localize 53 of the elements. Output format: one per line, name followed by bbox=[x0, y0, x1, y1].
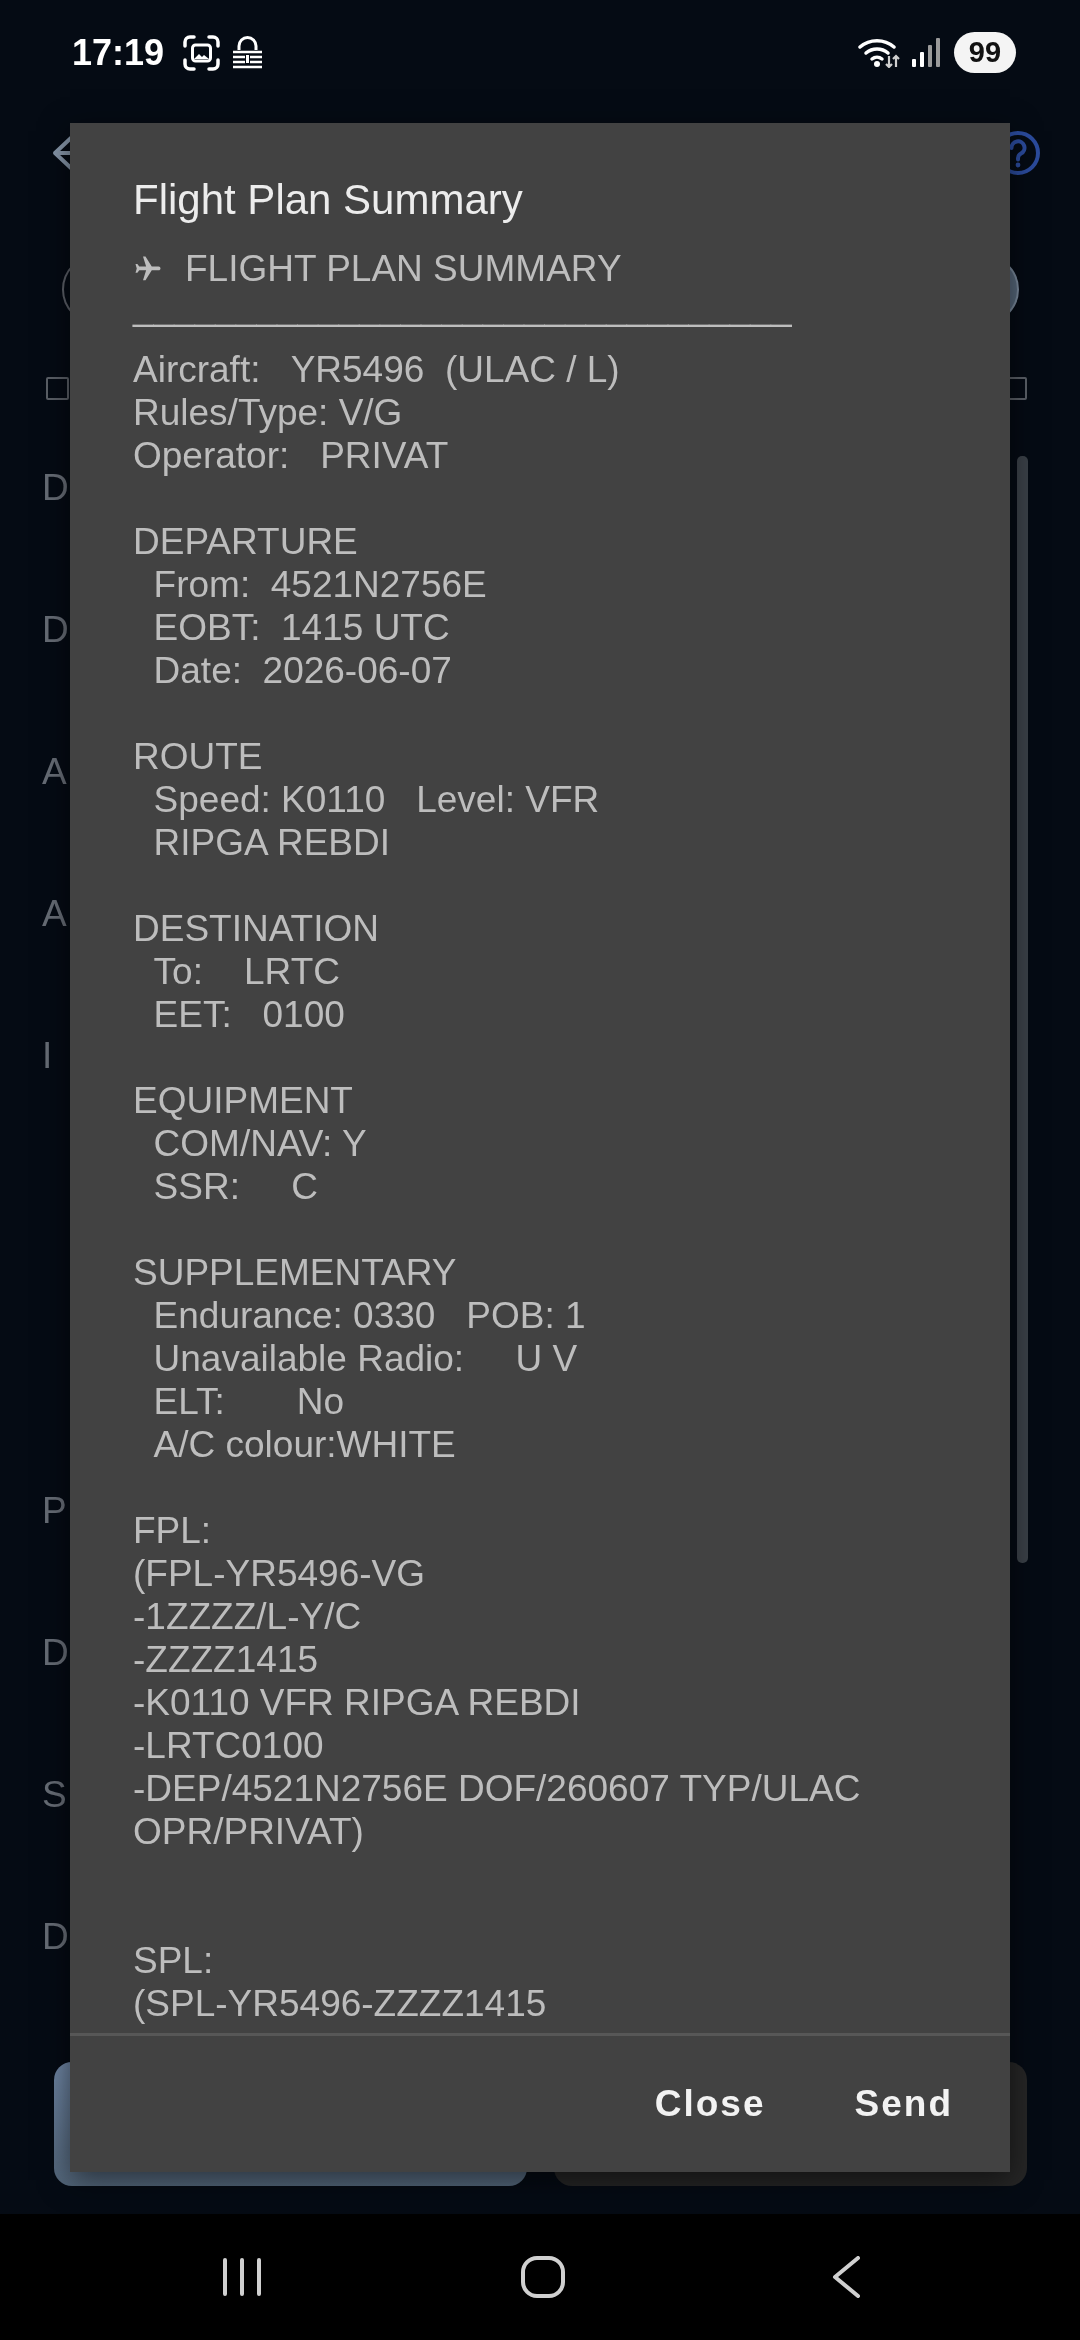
summary-line: Operator: PRIVAT bbox=[133, 434, 449, 477]
summary-line: -K0110 VFR RIPGA REBDI bbox=[133, 1681, 581, 1724]
summary-line: ELT: No bbox=[152, 1380, 345, 1423]
summary-line: Rules/Type: V/G bbox=[133, 391, 403, 434]
summary-line: SPL: bbox=[133, 1939, 214, 1982]
summary-line: Date: 2026-06-07 bbox=[152, 649, 452, 692]
summary-line: ROUTE bbox=[133, 735, 263, 778]
summary-line: Aircraft: YR5496 (ULAC / L) bbox=[133, 348, 620, 391]
summary-line: EET: 0100 bbox=[152, 993, 345, 1036]
summary-line: -LRTC0100 bbox=[133, 1724, 324, 1767]
underline-rule: ________________________________ bbox=[133, 288, 792, 328]
summary-line: -DEP/4521N2756E DOF/260607 TYP/ULAC OPR/PRIVAT) bbox=[133, 1767, 862, 1853]
summary-line: EOBT: 1415 UTC bbox=[152, 606, 450, 649]
wifi-icon bbox=[858, 37, 900, 68]
summary-line: DEPARTURE bbox=[133, 520, 358, 563]
field-label: I bbox=[42, 1034, 53, 1077]
padlock-icon bbox=[232, 36, 264, 69]
summary-line: DESTINATION bbox=[133, 907, 379, 950]
dialog-title: Flight Plan Summary bbox=[133, 175, 523, 225]
summary-line: COM/NAV: Y bbox=[152, 1122, 367, 1165]
home-icon[interactable] bbox=[521, 2256, 565, 2298]
summary-line: RIPGA REBDI bbox=[152, 821, 390, 864]
recent-apps-icon[interactable] bbox=[222, 2258, 262, 2296]
summary-line: EQUIPMENT bbox=[133, 1079, 353, 1122]
field-label: A bbox=[42, 750, 67, 793]
back-icon[interactable] bbox=[831, 2256, 861, 2298]
summary-line: -ZZZZ1415 bbox=[133, 1638, 319, 1681]
summary-line: -1ZZZZ/L-Y/C bbox=[133, 1595, 362, 1638]
summary-line: Endurance: 0330 POB: 1 bbox=[152, 1294, 586, 1337]
summary-line: (FPL-YR5496-VG bbox=[133, 1552, 425, 1595]
screenshot-icon bbox=[183, 34, 221, 71]
dialog-button[interactable]: Close bbox=[630, 2062, 790, 2146]
field-label: D bbox=[42, 1915, 69, 1958]
summary-line: (SPL-YR5496-ZZZZ1415 bbox=[133, 1982, 547, 2025]
summary-line: Speed: K0110 Level: VFR bbox=[152, 778, 600, 821]
summary-line: From: 4521N2756E bbox=[152, 563, 487, 606]
summary-line: Unavailable Radio: U V bbox=[152, 1337, 578, 1380]
summary-line: SSR: C bbox=[152, 1165, 319, 1208]
battery-level-badge: 99 bbox=[954, 32, 1016, 73]
field-label: D bbox=[42, 466, 69, 509]
field-label: D bbox=[42, 608, 69, 651]
summary-heading: FLIGHT PLAN SUMMARY bbox=[185, 250, 622, 288]
field-label: A bbox=[42, 892, 67, 935]
clock-time: 17:19 bbox=[72, 31, 165, 74]
summary-line: SUPPLEMENTARY bbox=[133, 1251, 457, 1294]
field-label: D bbox=[42, 1631, 69, 1674]
field-label: S bbox=[42, 1773, 67, 1816]
summary-line: FPL: bbox=[133, 1509, 212, 1552]
summary-line: A/C colour:WHITE bbox=[152, 1423, 456, 1466]
dialog-button[interactable]: Send bbox=[830, 2062, 977, 2146]
field-label: P bbox=[42, 1489, 67, 1532]
summary-line: To: LRTC bbox=[152, 950, 340, 993]
signal-icon bbox=[912, 38, 941, 67]
